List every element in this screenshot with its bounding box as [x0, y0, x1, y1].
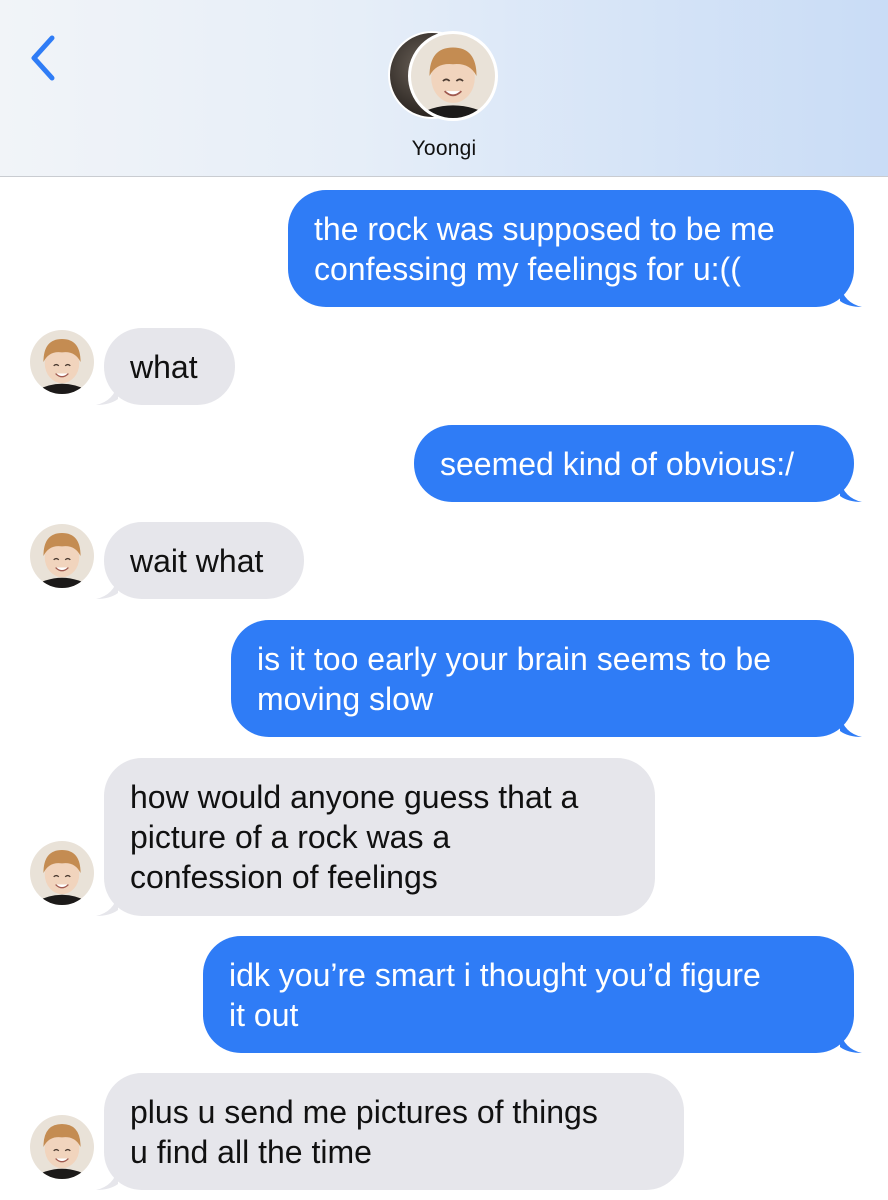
message-text-line: how would anyone guess that a	[130, 779, 579, 815]
incoming-message-bubble[interactable]: plus u send me pictures of things u find …	[104, 1073, 684, 1190]
bubble-tail	[96, 383, 118, 405]
sender-avatar[interactable]	[30, 524, 94, 588]
contact-avatar	[408, 31, 498, 121]
message-text-line: wait what	[130, 543, 264, 579]
message-text-line: confessing my feelings for u:((	[314, 251, 741, 287]
message-text-line: the rock was supposed to be me	[314, 211, 775, 247]
bubble-tail	[96, 1168, 118, 1190]
back-button[interactable]	[22, 30, 68, 86]
outgoing-message-bubble[interactable]: seemed kind of obvious:/	[414, 425, 854, 502]
message-text-line: what	[130, 349, 198, 385]
message-text-line: u find all the time	[130, 1134, 372, 1170]
message-text-line: seemed kind of obvious:/	[440, 446, 794, 482]
bubble-tail	[96, 894, 118, 916]
contact-avatar-group[interactable]	[388, 31, 502, 123]
outgoing-message-bubble[interactable]: the rock was supposed to be me confessing…	[288, 190, 854, 307]
sender-avatar[interactable]	[30, 841, 94, 905]
incoming-message-bubble[interactable]: how would anyone guess that a picture of …	[104, 758, 655, 916]
message-text-line: is it too early your brain seems to be	[257, 641, 772, 677]
outgoing-message-bubble[interactable]: idk you’re smart i thought you’d figure i…	[203, 936, 854, 1053]
contact-name[interactable]: Yoongi	[0, 137, 888, 161]
bubble-tail	[96, 577, 118, 599]
chevron-left-icon	[31, 35, 55, 81]
message-text-line: plus u send me pictures of things	[130, 1094, 598, 1130]
incoming-message-bubble[interactable]: wait what	[104, 522, 304, 599]
message-text-line: picture of a rock was a	[130, 819, 451, 855]
conversation-header: Yoongi	[0, 0, 888, 177]
message-text-line: idk you’re smart i thought you’d figure	[229, 957, 761, 993]
sender-avatar[interactable]	[30, 1115, 94, 1179]
message-text-line: moving slow	[257, 681, 434, 717]
incoming-message-bubble[interactable]: what	[104, 328, 235, 405]
message-text-line: it out	[229, 997, 299, 1033]
message-text-line: confession of feelings	[130, 859, 438, 895]
outgoing-message-bubble[interactable]: is it too early your brain seems to be mo…	[231, 620, 854, 737]
sender-avatar[interactable]	[30, 330, 94, 394]
bubble-tail	[840, 285, 862, 307]
bubble-tail	[840, 1031, 862, 1053]
bubble-tail	[840, 715, 862, 737]
bubble-tail	[840, 480, 862, 502]
